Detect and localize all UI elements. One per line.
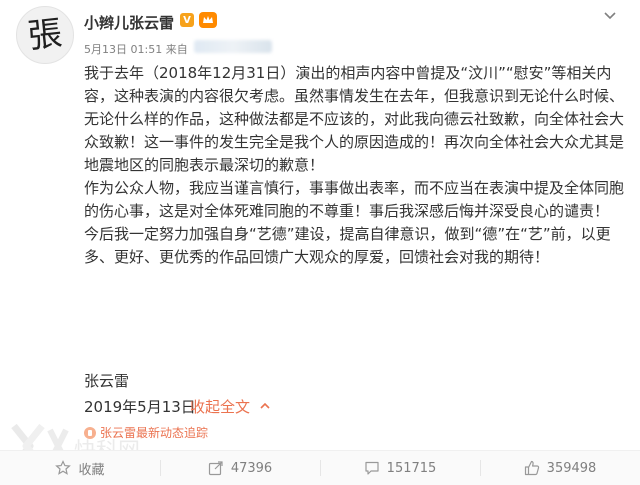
crown-icon — [203, 16, 213, 23]
verified-badge: V — [180, 13, 194, 27]
post-menu-chevron-icon[interactable] — [602, 8, 618, 24]
post-meta: 5月13日 01:51 来自 — [84, 41, 188, 57]
latest-updates-tracker-link[interactable]: 张云雷最新动态追踪 — [84, 424, 208, 441]
signature: 张云雷 — [84, 372, 130, 390]
fan-level-icon — [199, 12, 217, 28]
post-paragraph: 我于去年（2018年12月31日）演出的相声内容中曾提及“汶川”“慰安”等相关内… — [84, 64, 625, 174]
favorite-button[interactable]: 收藏 — [0, 451, 160, 485]
post-paragraph: 作为公众人物，我应当谨言慎行，事事做出表率，而不应当在表演中提及全体同胞的伤心事… — [84, 179, 625, 220]
collapse-fulltext-link[interactable]: 收起全文 — [190, 396, 250, 417]
post-source-prefix: 来自 — [165, 43, 188, 56]
comment-count: 151715 — [386, 460, 437, 476]
signature-date: 2019年5月13日 — [84, 398, 196, 416]
favorite-label: 收藏 — [78, 462, 105, 478]
comment-button[interactable]: 151715 — [320, 451, 480, 485]
share-icon — [208, 461, 223, 476]
tracker-icon — [84, 426, 96, 439]
post-paragraph: 今后我一定努力加强自身“艺德”建设，提高自律意识，做到“德”在“艺”前，以更多、… — [84, 225, 611, 266]
post-body: 我于去年（2018年12月31日）演出的相声内容中曾提及“汶川”“慰安”等相关内… — [84, 62, 624, 269]
like-button[interactable]: 359498 — [480, 451, 640, 485]
repost-count: 47396 — [230, 460, 273, 476]
tracker-label: 张云雷最新动态追踪 — [100, 426, 209, 440]
repost-button[interactable]: 47396 — [160, 451, 320, 485]
like-icon — [524, 460, 539, 476]
author-name[interactable]: 小辫儿张云雷 — [84, 12, 174, 33]
avatar[interactable]: 張 — [16, 6, 74, 64]
chevron-up-icon[interactable] — [258, 398, 272, 412]
comment-icon — [365, 461, 379, 475]
star-icon — [55, 460, 72, 475]
weibo-post-card: 張 小辫儿张云雷 V 5月13日 01:51 来自 我于去年（2018年12月3… — [0, 0, 640, 485]
avatar-glyph: 張 — [26, 13, 64, 57]
post-time[interactable]: 5月13日 01:51 — [84, 43, 162, 56]
action-bar: 收藏 47396 151715 359498 — [0, 450, 640, 485]
like-count: 359498 — [546, 460, 597, 476]
blurred-source — [194, 40, 272, 53]
